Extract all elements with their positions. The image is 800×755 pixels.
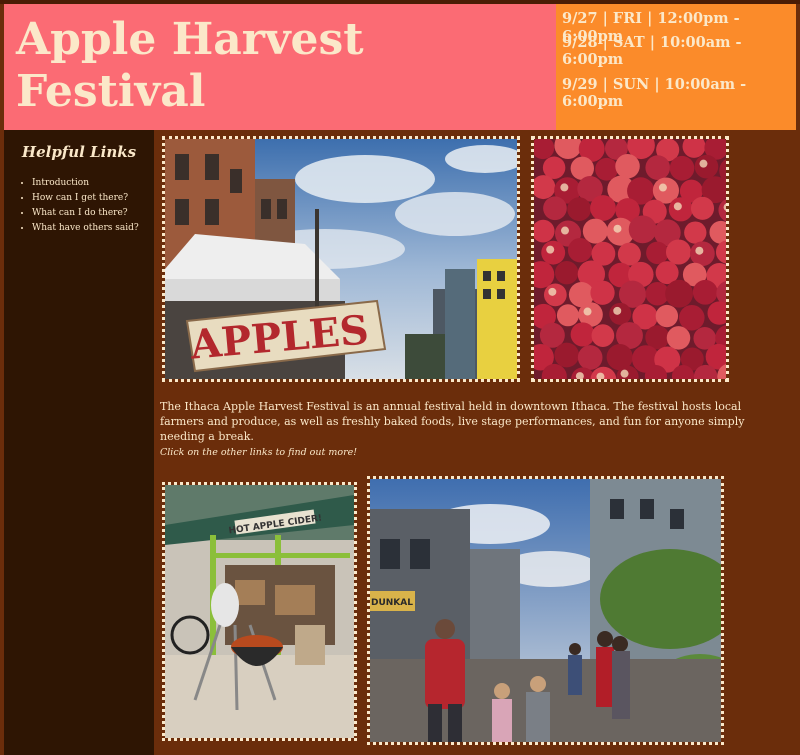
apple-highlight <box>548 287 557 296</box>
apple-pile-image <box>534 139 726 379</box>
helpful-links-list: Introduction How can I get there? What c… <box>4 176 139 236</box>
apple-shape <box>646 241 669 265</box>
apple-highlight <box>613 224 622 233</box>
apple-shape <box>556 304 579 327</box>
apple-highlight <box>699 159 708 168</box>
sidebar: Helpful Links Introduction How can I get… <box>4 130 154 755</box>
call-to-action: Click on the other links to find out mor… <box>160 447 358 458</box>
photo-apple-pile <box>531 136 729 382</box>
link-reviews[interactable]: What have others said? <box>32 223 139 233</box>
apple-shape <box>617 242 641 266</box>
apple-highlight <box>673 202 682 211</box>
apple-shape <box>554 342 580 368</box>
apple-shape <box>666 326 691 350</box>
apple-shape <box>595 157 618 181</box>
apple-highlight <box>560 226 569 235</box>
apple-shape <box>628 215 657 244</box>
apple-shape <box>645 155 671 180</box>
apple-shape <box>609 302 632 325</box>
schedule-sunday: 9/29 | SUN | 10:00am - <box>562 76 747 93</box>
apple-highlight <box>560 183 569 192</box>
apple-highlight <box>695 246 704 255</box>
schedule-saturday: 9/28 | SAT | 10:00am - <box>562 34 742 51</box>
apple-shape <box>554 261 579 285</box>
sidebar-item-activities: What can I do there? <box>32 206 139 221</box>
apple-shape <box>692 279 718 305</box>
apple-highlight <box>546 245 555 254</box>
site-header: Apple Harvest Festival <box>4 4 556 130</box>
apple-shape <box>590 195 616 221</box>
apple-shape <box>679 304 705 331</box>
sidebar-item-reviews: What have others said? <box>32 221 139 236</box>
apple-shape <box>543 283 567 307</box>
apple-shape <box>570 322 595 347</box>
apple-shape <box>665 239 692 265</box>
apple-highlight <box>613 306 622 315</box>
schedule-saturday-end: 6:00pm <box>562 51 624 68</box>
street-crowd-image: DUNKAL <box>370 479 721 742</box>
apple-shape <box>577 345 603 370</box>
photo-apples-sign: APPLES <box>162 136 520 382</box>
apples-sign-image: APPLES <box>165 139 517 379</box>
apple-shape <box>567 197 592 222</box>
apple-shape <box>582 218 608 244</box>
page-title: Apple Harvest Festival <box>16 14 364 118</box>
intro-paragraph: The Ithaca Apple Harvest Festival is an … <box>160 400 745 443</box>
apple-highlight <box>658 183 667 192</box>
apple-shape <box>615 154 640 179</box>
apple-shape <box>590 280 615 305</box>
apple-shape <box>668 197 693 222</box>
title-line-2: Festival <box>16 66 206 117</box>
apple-highlight <box>620 369 629 378</box>
link-introduction[interactable]: Introduction <box>32 178 89 188</box>
apple-shape <box>684 221 707 244</box>
schedule-sunday-end: 6:00pm <box>562 93 624 110</box>
link-activities[interactable]: What can I do there? <box>32 208 128 218</box>
photo-cider-stand: HOT APPLE CIDER! <box>162 482 357 741</box>
apple-shape <box>543 196 567 221</box>
apple-shape <box>694 154 719 179</box>
link-directions[interactable]: How can I get there? <box>32 193 128 203</box>
sidebar-item-introduction: Introduction <box>32 176 139 191</box>
apple-shape <box>591 324 615 347</box>
apple-highlight <box>583 307 592 316</box>
street-awning-text: DUNKAL <box>371 598 413 608</box>
sidebar-item-directions: How can I get there? <box>32 191 139 206</box>
apple-shape <box>567 238 593 263</box>
photo-street-crowd: DUNKAL <box>367 476 724 745</box>
schedule-panel: 9/27 | FRI | 12:00pm - 6:00pm 9/28 | SAT… <box>556 4 796 130</box>
apple-shape <box>669 155 695 181</box>
cider-stand-image: HOT APPLE CIDER! <box>165 485 354 738</box>
title-line-1: Apple Harvest <box>16 14 364 65</box>
apple-shape <box>665 279 694 308</box>
sidebar-heading: Helpful Links <box>21 143 137 161</box>
apple-shape <box>690 196 715 220</box>
apple-shape <box>689 241 715 267</box>
apple-shape <box>655 304 679 328</box>
apple-shape <box>541 240 566 265</box>
